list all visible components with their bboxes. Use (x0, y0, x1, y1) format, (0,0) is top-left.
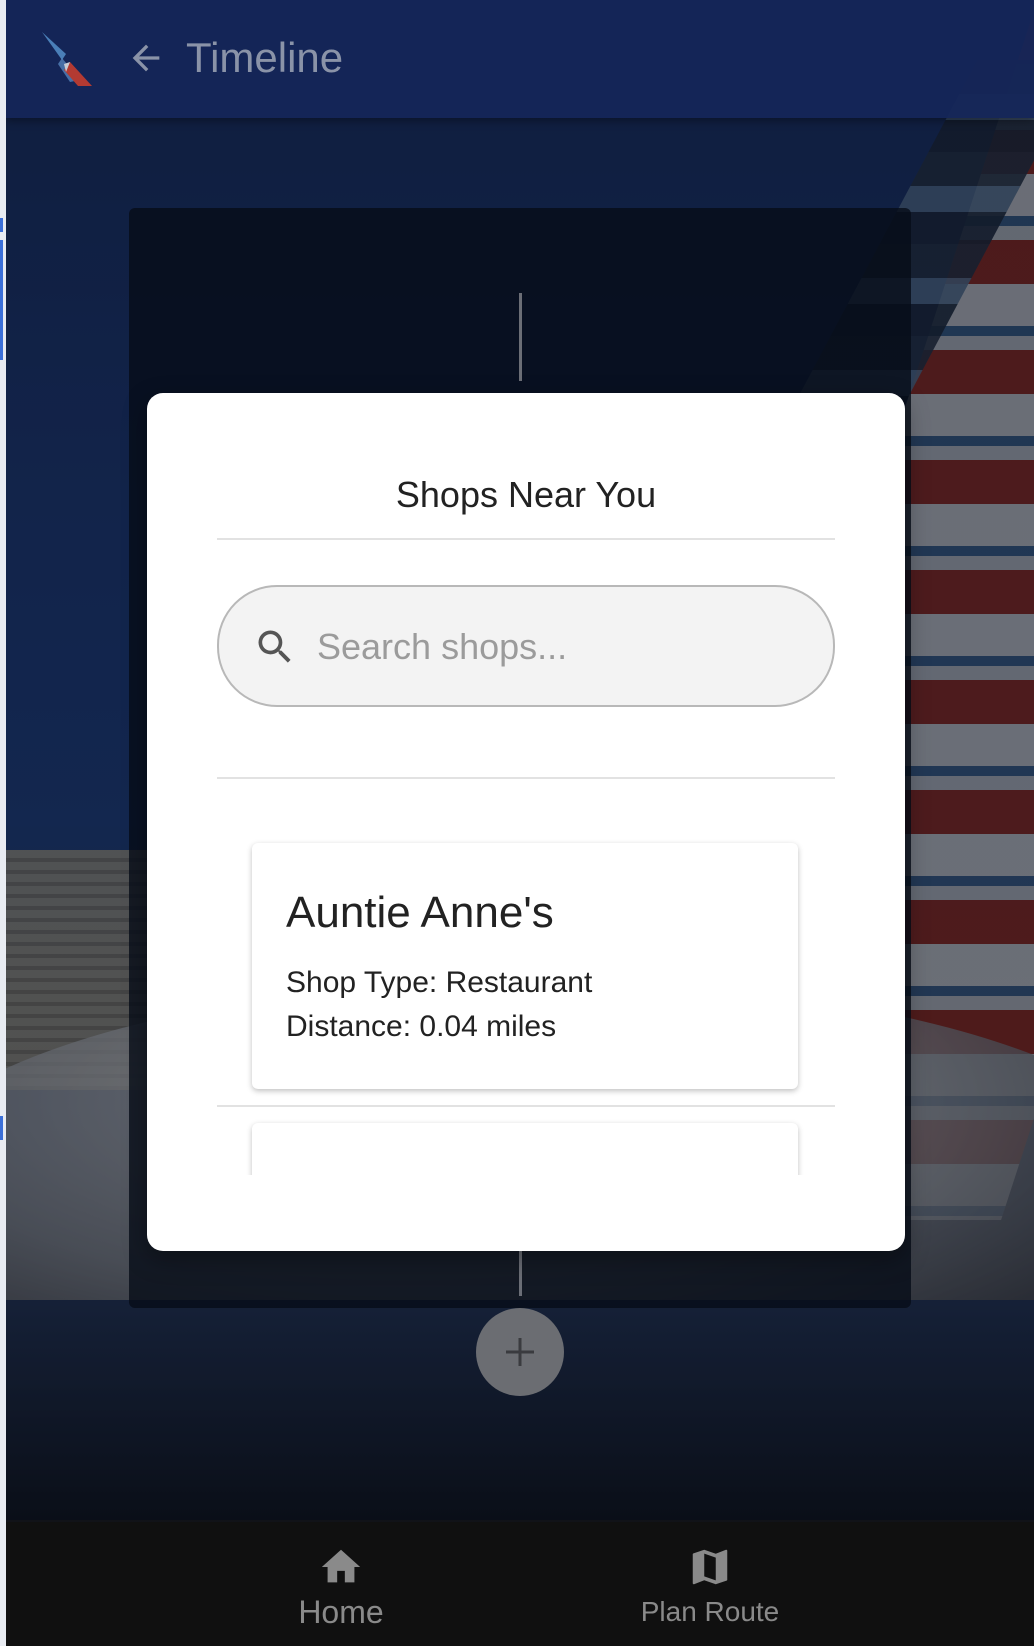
divider (217, 1105, 835, 1107)
map-icon (692, 1549, 728, 1585)
timeline-connector-bottom (519, 1250, 522, 1296)
page-title: Timeline (186, 34, 344, 81)
search-bar[interactable] (217, 585, 835, 707)
shops-modal: Shops Near You Auntie Anne's Shop Type: … (147, 393, 905, 1251)
divider (217, 777, 835, 779)
shop-card[interactable]: Auntie Anne's Shop Type: Restaurant Dist… (252, 843, 798, 1089)
back-button[interactable] (118, 30, 174, 86)
modal-title: Shops Near You (395, 474, 657, 515)
timeline-connector-top (519, 293, 522, 381)
arrow-back-icon (132, 44, 160, 72)
divider (217, 538, 835, 540)
shop-type: Shop Type: Restaurant (286, 966, 593, 999)
nav-plan-route[interactable]: Plan Route (580, 1522, 840, 1646)
top-app-bar: Timeline (6, 0, 1034, 118)
shop-list[interactable]: Auntie Anne's Shop Type: Restaurant Dist… (217, 833, 835, 1175)
shop-card[interactable] (252, 1123, 798, 1175)
plus-icon (506, 1338, 534, 1366)
search-icon (258, 630, 291, 663)
nav-label-plan-route: Plan Route (640, 1596, 780, 1627)
shop-distance: Distance: 0.04 miles (286, 1010, 557, 1043)
search-input[interactable] (315, 611, 799, 683)
nav-home[interactable]: Home (211, 1522, 471, 1646)
nav-label-home: Home (298, 1594, 384, 1630)
airline-tail-logo-icon (40, 28, 100, 88)
shop-name: Auntie Anne's (286, 888, 554, 937)
add-timeline-item-button[interactable] (476, 1308, 564, 1396)
app-screen: Timeline Shops Near You Auntie Anne's Sh… (6, 0, 1034, 1646)
bottom-navigation: Home Plan Route (6, 1522, 1034, 1646)
home-icon (321, 1549, 361, 1583)
